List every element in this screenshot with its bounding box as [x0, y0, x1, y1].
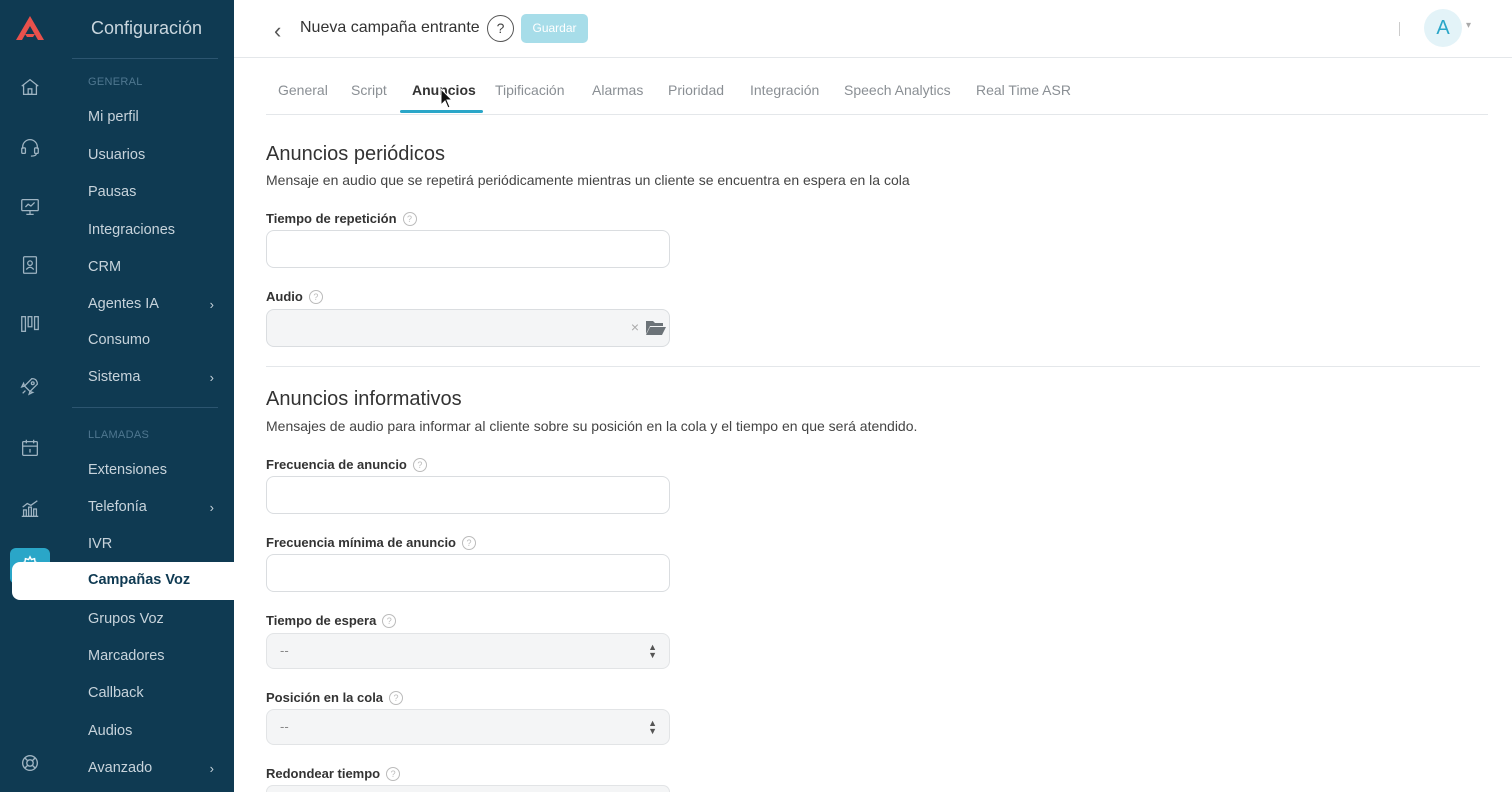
- mouse-cursor-icon: [440, 88, 454, 109]
- queue-position-label-text: Posición en la cola: [266, 690, 384, 705]
- sidebar-item-ivr[interactable]: IVR: [88, 534, 214, 554]
- tab-real-time-asr[interactable]: Real Time ASR: [976, 82, 1071, 98]
- audio-label-text: Audio: [266, 289, 303, 304]
- sidebar-item-integraciones[interactable]: Integraciones: [88, 220, 214, 240]
- app-logo[interactable]: [14, 14, 46, 42]
- repeat-time-input[interactable]: [266, 230, 670, 268]
- wait-time-select[interactable]: -- ▲ ▼: [266, 633, 670, 669]
- queue-position-label: Posición en la cola ?: [266, 690, 404, 705]
- sidebar-item-audios[interactable]: Audios: [88, 721, 214, 741]
- frequency-label: Frecuencia de anuncio ?: [266, 457, 427, 472]
- sidebar-item-usuarios[interactable]: Usuarios: [88, 145, 214, 165]
- sidebar-item-consumo[interactable]: Consumo: [88, 330, 214, 350]
- section-description-informative: Mensajes de audio para informar al clien…: [266, 418, 918, 434]
- round-time-label-text: Redondear tiempo: [266, 766, 381, 781]
- audio-label: Audio ?: [266, 289, 323, 304]
- kanban-icon[interactable]: [18, 312, 42, 336]
- chevron-right-icon: ›: [209, 369, 214, 385]
- sidebar-item-crm[interactable]: CRM: [88, 257, 214, 277]
- save-button[interactable]: Guardar: [521, 14, 588, 43]
- avatar[interactable]: A: [1424, 9, 1462, 47]
- repeat-time-label-text: Tiempo de repetición: [266, 211, 397, 226]
- section-general-label: GENERAL: [88, 76, 143, 88]
- sidebar-divider: [72, 58, 218, 59]
- sidebar-item-agentes-ia[interactable]: Agentes IA ›: [88, 294, 214, 314]
- help-icon[interactable]: ?: [308, 289, 323, 304]
- sidebar-item-callback[interactable]: Callback: [88, 683, 214, 703]
- tab-speech-analytics[interactable]: Speech Analytics: [844, 82, 951, 98]
- section-description-periodic: Mensaje en audio que se repetirá periódi…: [266, 172, 910, 188]
- min-frequency-label: Frecuencia mínima de anuncio ?: [266, 535, 476, 550]
- help-icon[interactable]: ?: [462, 535, 476, 550]
- section-calls-label: LLAMADAS: [88, 429, 150, 441]
- page-header: ‹ Nueva campaña entrante ? Guardar A ▾: [234, 0, 1512, 58]
- rocket-icon[interactable]: [18, 374, 42, 398]
- back-icon[interactable]: ‹: [274, 18, 281, 44]
- wait-time-label: Tiempo de espera ?: [266, 613, 397, 628]
- contacts-icon[interactable]: [18, 253, 42, 277]
- sidebar-item-telefonia[interactable]: Telefonía ›: [88, 497, 214, 517]
- folder-open-icon[interactable]: [645, 318, 667, 336]
- wait-time-value: --: [280, 643, 289, 658]
- help-icon[interactable]: ?: [382, 613, 397, 628]
- tab-integracion[interactable]: Integración: [750, 82, 819, 98]
- sidebar-item-grupos-voz[interactable]: Grupos Voz: [88, 609, 214, 629]
- sidebar-item-extensiones[interactable]: Extensiones: [88, 460, 214, 480]
- help-icon[interactable]: ?: [412, 457, 427, 472]
- frequency-label-text: Frecuencia de anuncio: [266, 457, 407, 472]
- support-icon[interactable]: [18, 751, 42, 775]
- help-icon[interactable]: ?: [386, 766, 401, 781]
- tab-tipificacion[interactable]: Tipificación: [495, 82, 565, 98]
- section-title-periodic: Anuncios periódicos: [266, 143, 445, 165]
- sidebar-title: Configuración: [91, 18, 203, 38]
- sidebar-item-marcadores[interactable]: Marcadores: [88, 646, 214, 666]
- chevron-down-icon[interactable]: ▾: [1466, 20, 1471, 31]
- sidebar-item-sistema[interactable]: Sistema ›: [88, 367, 214, 387]
- min-frequency-label-text: Frecuencia mínima de anuncio: [266, 535, 456, 550]
- help-icon[interactable]: ?: [389, 690, 404, 705]
- queue-position-select[interactable]: -- ▲ ▼: [266, 709, 670, 745]
- help-icon[interactable]: ?: [402, 211, 417, 226]
- header-separator: [1399, 22, 1400, 36]
- section-divider: [266, 366, 1480, 367]
- sort-arrows-icon: ▲ ▼: [648, 642, 657, 660]
- sidebar-item-pausas[interactable]: Pausas: [88, 182, 214, 202]
- tab-script[interactable]: Script: [351, 82, 387, 98]
- section-title-informative: Anuncios informativos: [266, 388, 462, 410]
- round-time-label: Redondear tiempo ?: [266, 766, 401, 781]
- chevron-right-icon: ›: [209, 296, 214, 312]
- clear-icon[interactable]: ×: [631, 319, 639, 335]
- wait-time-label-text: Tiempo de espera: [266, 613, 377, 628]
- headset-icon[interactable]: [18, 135, 42, 159]
- chart-icon[interactable]: [18, 497, 42, 521]
- icon-rail: [0, 0, 60, 792]
- queue-position-value: --: [280, 719, 289, 734]
- calendar-icon[interactable]: [18, 436, 42, 460]
- tab-alarmas[interactable]: Alarmas: [592, 82, 643, 98]
- chevron-right-icon: ›: [209, 760, 214, 776]
- chevron-right-icon: ›: [209, 499, 214, 515]
- active-tab-indicator: [400, 110, 483, 113]
- sort-arrows-icon: ▲ ▼: [648, 718, 657, 736]
- help-icon[interactable]: ?: [487, 15, 514, 42]
- sidebar-item-avanzado[interactable]: Avanzado ›: [88, 758, 214, 778]
- settings-sidebar: Configuración GENERAL Mi perfil Usuarios…: [60, 0, 234, 792]
- tab-prioridad[interactable]: Prioridad: [668, 82, 724, 98]
- sidebar-item-mi-perfil[interactable]: Mi perfil: [88, 107, 214, 127]
- sidebar-divider: [72, 407, 218, 408]
- sidebar-item-campanas-voz-label: Campañas Voz: [88, 572, 191, 588]
- tab-general[interactable]: General: [278, 82, 328, 98]
- page-title: Nueva campaña entrante: [300, 19, 480, 36]
- repeat-time-label: Tiempo de repetición ?: [266, 211, 417, 226]
- min-frequency-input[interactable]: [266, 554, 670, 592]
- round-time-select[interactable]: [266, 785, 670, 792]
- monitor-icon[interactable]: [18, 195, 42, 219]
- frequency-input[interactable]: [266, 476, 670, 514]
- home-icon[interactable]: [18, 75, 42, 99]
- audio-file-input[interactable]: ×: [266, 309, 670, 347]
